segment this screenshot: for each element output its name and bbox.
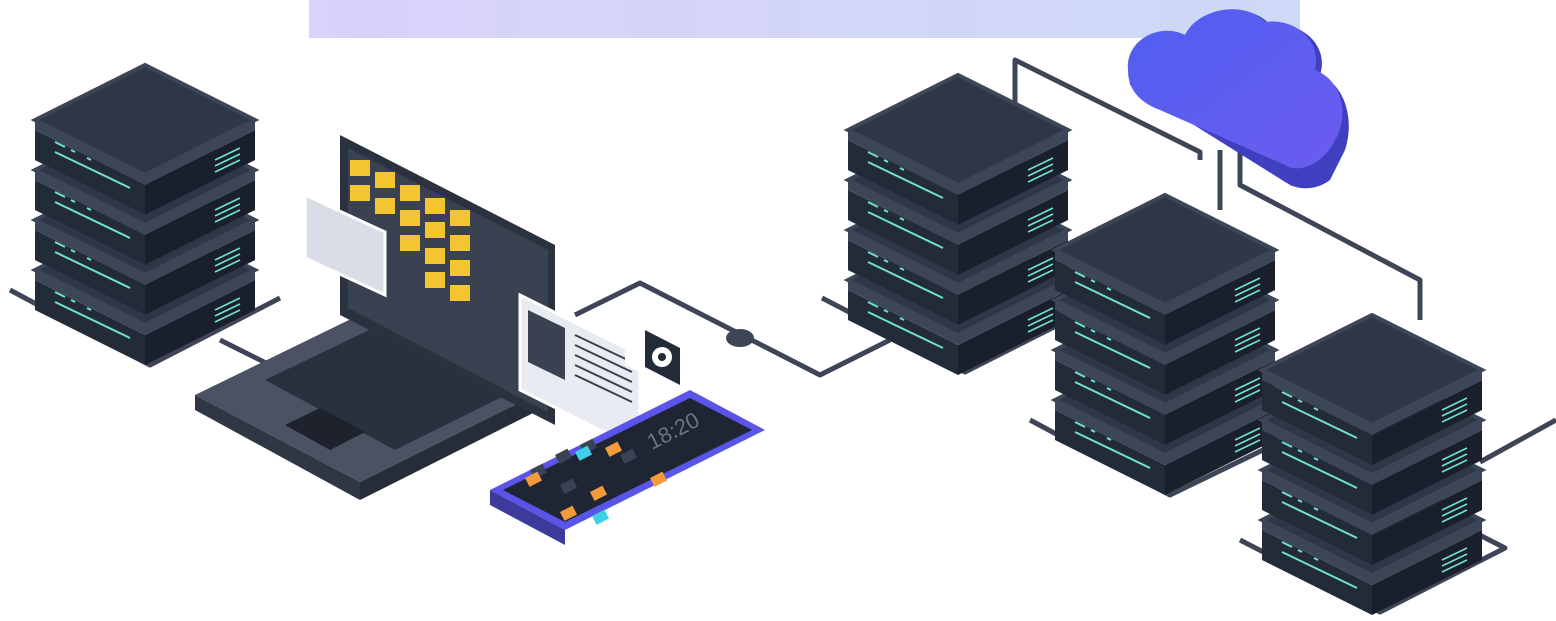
server-stack-right <box>1260 313 1484 617</box>
header-banner <box>309 0 1300 38</box>
network-illustration: 18:20 <box>8 0 1556 617</box>
server-stack-center-right <box>1053 193 1277 497</box>
server-stack-left <box>33 63 257 367</box>
server-stack-middle <box>846 73 1070 377</box>
cable-junction <box>726 329 754 347</box>
